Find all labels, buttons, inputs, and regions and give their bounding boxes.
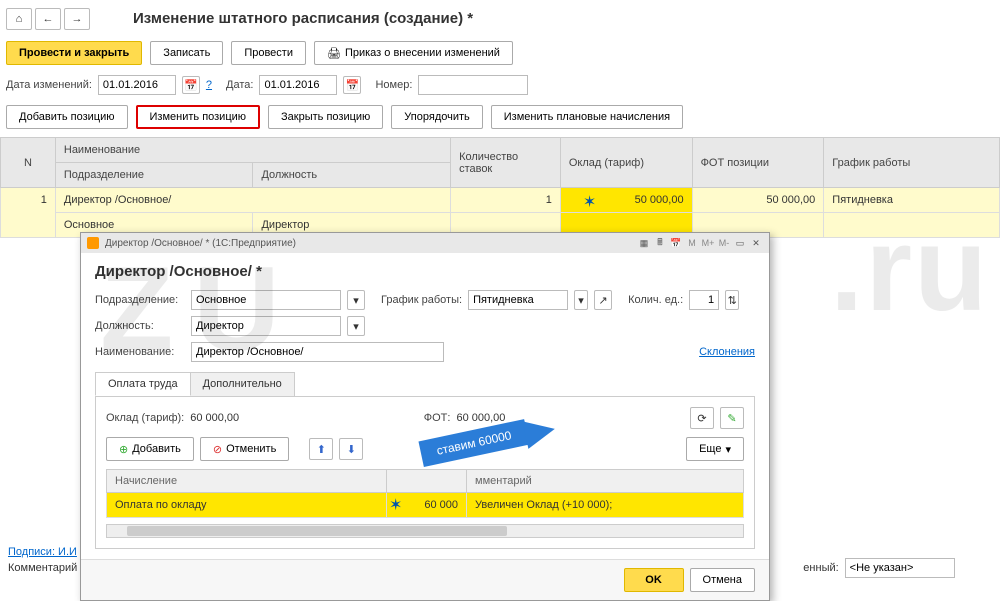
fot-value: 60 000,00 [456, 412, 505, 424]
col-salary: Оклад (тариф) [560, 138, 692, 188]
accruals-grid: Начисление мментарий Оплата по окладу ✶ … [106, 469, 744, 518]
m-plus-button[interactable]: M+ [701, 236, 715, 250]
accrual-row[interactable]: Оплата по окладу ✶ 60 000 Увеличен Оклад… [107, 493, 744, 518]
signatures-link[interactable]: Подписи: И.И [8, 546, 77, 558]
date-label: Дата: [226, 79, 253, 91]
tab-pay[interactable]: Оплата труда [95, 372, 191, 396]
responsible-input[interactable] [845, 558, 955, 578]
move-up-button[interactable]: ⬆ [309, 438, 333, 460]
dialog-title: Директор /Основное/ * (1С:Предприятие) [105, 238, 296, 249]
save-button[interactable]: Записать [150, 41, 223, 65]
fot-label: ФОТ: [424, 412, 451, 424]
burst-icon: ✶ [389, 495, 402, 515]
salary-cell-highlight[interactable]: ✶ 50 000,00 [560, 188, 692, 213]
date-input[interactable] [259, 75, 337, 95]
schedule-label: График работы: [381, 294, 462, 306]
role-label: Должность: [95, 320, 185, 332]
stepper-icon[interactable]: ⇅ [725, 290, 739, 310]
number-label: Номер: [375, 79, 412, 91]
qty-input[interactable] [689, 290, 719, 310]
calendar-icon-2[interactable]: 📅 [343, 76, 361, 94]
m-minus-button[interactable]: M- [717, 236, 731, 250]
page-title: Изменение штатного расписания (создание)… [133, 4, 473, 33]
burst-icon: ✶ [583, 192, 596, 212]
tab-extra[interactable]: Дополнительно [190, 372, 295, 396]
number-input[interactable] [418, 75, 528, 95]
submit-close-button[interactable]: Провести и закрыть [6, 41, 142, 65]
help-link[interactable]: ? [206, 79, 212, 91]
edit-button[interactable]: ✎ [720, 407, 744, 429]
forward-button[interactable]: → [64, 8, 90, 30]
date-changes-input[interactable] [98, 75, 176, 95]
dropdown-icon[interactable]: ▾ [347, 316, 365, 336]
dialog-heading: Директор /Основное/ * [95, 263, 755, 280]
edit-position-button[interactable]: Изменить позицию [136, 105, 261, 129]
print-icon: 🖨 [327, 47, 341, 60]
col-comment: мментарий [467, 470, 744, 493]
add-position-button[interactable]: Добавить позицию [6, 105, 128, 129]
comment-label: Комментарий [8, 562, 77, 574]
dropdown-icon[interactable]: ▾ [347, 290, 365, 310]
grid-icon[interactable]: ▦ [637, 236, 651, 250]
stop-icon: ⊘ [213, 443, 222, 456]
close-icon[interactable]: ✕ [749, 236, 763, 250]
add-accrual-button[interactable]: ⊕Добавить [106, 437, 194, 461]
close-position-button[interactable]: Закрыть позицию [268, 105, 383, 129]
app-icon [87, 237, 99, 249]
role-input[interactable] [191, 316, 341, 336]
move-down-button[interactable]: ⬇ [339, 438, 363, 460]
cancel-accrual-button[interactable]: ⊘Отменить [200, 437, 289, 461]
dept-label: Подразделение: [95, 294, 185, 306]
col-accrual: Начисление [107, 470, 387, 493]
col-schedule: График работы [824, 138, 1000, 188]
col-name: Наименование [55, 138, 450, 163]
open-icon[interactable]: ↗ [594, 290, 612, 310]
dept-input[interactable] [191, 290, 341, 310]
refresh-button[interactable]: ⟳ [690, 407, 714, 429]
calendar-tb-icon[interactable]: 📅 [669, 236, 683, 250]
schedule-input[interactable] [468, 290, 568, 310]
h-scrollbar[interactable] [106, 524, 744, 538]
qty-label: Колич. ед.: [628, 294, 683, 306]
table-row[interactable]: 1 Директор /Основное/ 1 ✶ 50 000,00 50 0… [1, 188, 1000, 213]
chevron-down-icon: ▾ [725, 443, 731, 456]
col-role: Должность [253, 163, 451, 188]
submit-button[interactable]: Провести [231, 41, 306, 65]
order-positions-button[interactable]: Упорядочить [391, 105, 482, 129]
name-label: Наименование: [95, 346, 185, 358]
col-n: N [1, 138, 56, 188]
position-dialog: Директор /Основное/ * (1С:Предприятие) ▦… [80, 232, 770, 601]
change-plan-button[interactable]: Изменить плановые начисления [491, 105, 683, 129]
salary-label: Оклад (тариф): [106, 412, 184, 424]
minimize-icon[interactable]: ▭ [733, 236, 747, 250]
date-changes-label: Дата изменений: [6, 79, 92, 91]
name-input[interactable] [191, 342, 444, 362]
col-qty: Количество ставок [451, 138, 561, 188]
col-dept: Подразделение [55, 163, 253, 188]
col-fot: ФОТ позиции [692, 138, 824, 188]
m-button[interactable]: M [685, 236, 699, 250]
home-button[interactable]: ⌂ [6, 8, 32, 30]
more-button[interactable]: Еще ▾ [686, 437, 744, 461]
declension-link[interactable]: Склонения [699, 346, 755, 358]
dropdown-icon[interactable]: ▾ [574, 290, 588, 310]
back-button[interactable]: ← [35, 8, 61, 30]
plus-icon: ⊕ [119, 443, 128, 456]
positions-grid: N Наименование Количество ставок Оклад (… [0, 137, 1000, 238]
order-button[interactable]: 🖨 Приказ о внесении изменений [314, 41, 513, 65]
calendar-icon[interactable]: 📅 [182, 76, 200, 94]
responsible-label: енный: [803, 562, 838, 574]
salary-value: 60 000,00 [190, 412, 239, 424]
calc-icon[interactable]: 🖩 [653, 236, 667, 250]
